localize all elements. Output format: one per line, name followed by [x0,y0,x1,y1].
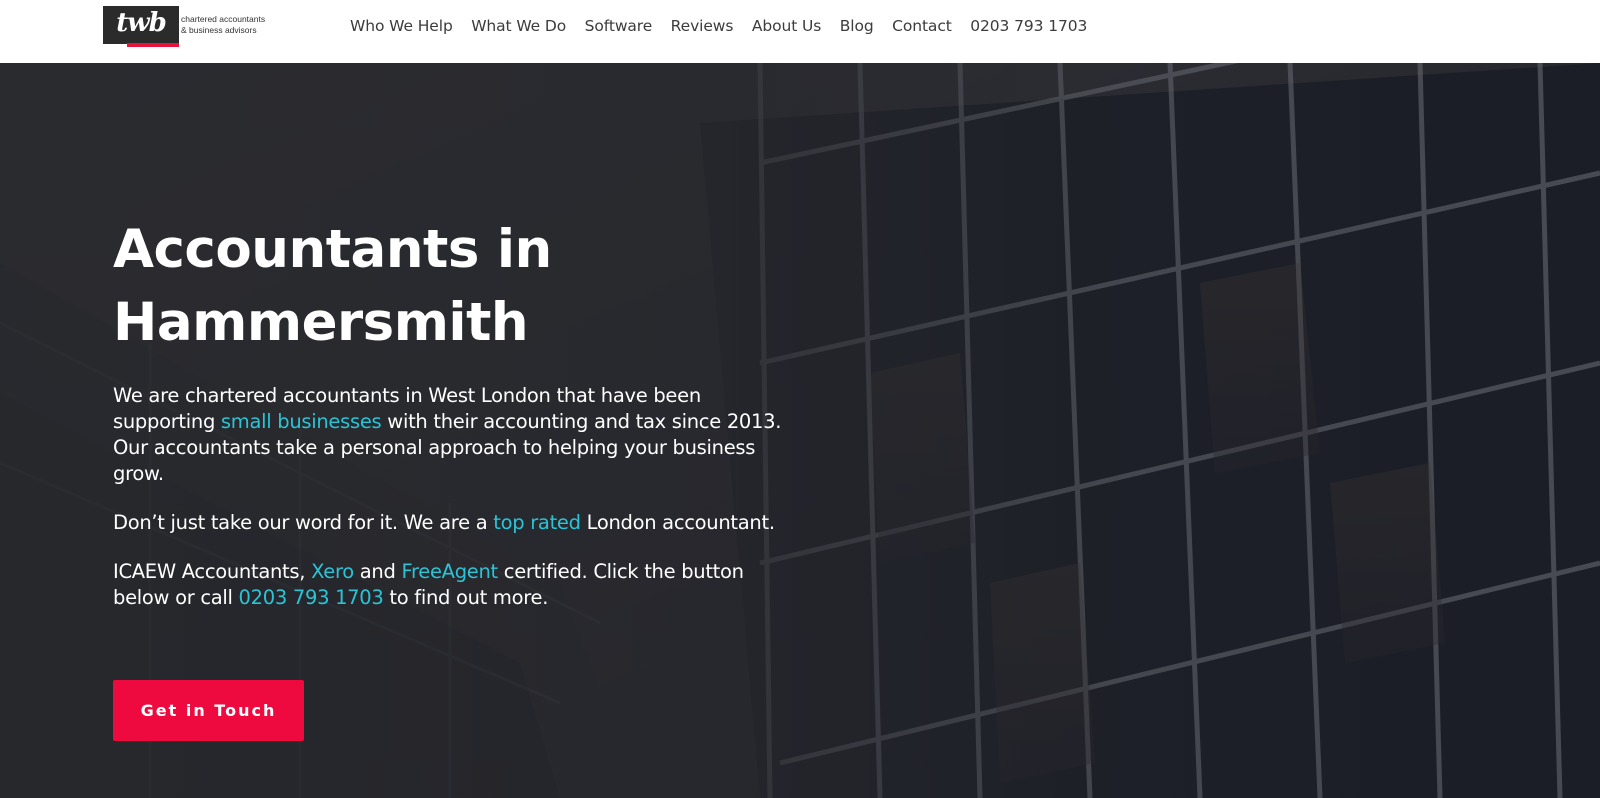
freeagent-link[interactable]: FreeAgent [401,560,498,583]
page-title-line1: Accountants in [113,219,552,280]
page-title: Accountants in Hammersmith [113,213,673,359]
hero-content: Accountants in Hammersmith We are charte… [113,213,813,611]
logo-tagline-line1: chartered accountants [181,14,266,24]
cert-text-d: to find out more. [383,586,549,609]
cert-text-b: and [353,560,402,583]
cert-text-a: ICAEW Accountants, [113,560,312,583]
phone-link[interactable]: 0203 793 1703 [239,586,384,609]
nav-blog[interactable]: Blog [840,17,874,35]
reviews-text-a: Don’t just take our word for it. We are … [113,511,494,534]
small-businesses-link[interactable]: small businesses [221,410,382,433]
nav-software[interactable]: Software [585,17,653,35]
intro-paragraph: We are chartered accountants in West Lon… [113,383,793,487]
certification-paragraph: ICAEW Accountants, Xero and FreeAgent ce… [113,559,793,611]
get-in-touch-button[interactable]: Get in Touch [113,680,304,741]
nav-phone-number[interactable]: 0203 793 1703 [970,17,1087,35]
nav-what-we-do[interactable]: What We Do [471,17,566,35]
page-title-line2: Hammersmith [113,292,529,353]
site-header: twb chartered accountants & business adv… [0,0,1600,63]
main-nav: Who We Help What We Do Software Reviews … [350,17,1106,35]
top-rated-link[interactable]: top rated [493,511,581,534]
xero-link[interactable]: Xero [311,560,354,583]
reviews-paragraph: Don’t just take our word for it. We are … [113,510,793,536]
logo-mark: twb [103,6,179,47]
logo-wordmark: twb [116,8,167,38]
logo-tagline: chartered accountants & business advisor… [181,14,265,36]
twb-logo[interactable]: twb chartered accountants & business adv… [103,6,265,47]
nav-reviews[interactable]: Reviews [671,17,734,35]
nav-about-us[interactable]: About Us [752,17,821,35]
reviews-text-b: London accountant. [580,511,775,534]
logo-tagline-line2: & business advisors [181,25,257,35]
nav-contact[interactable]: Contact [892,17,952,35]
nav-who-we-help[interactable]: Who We Help [350,17,453,35]
